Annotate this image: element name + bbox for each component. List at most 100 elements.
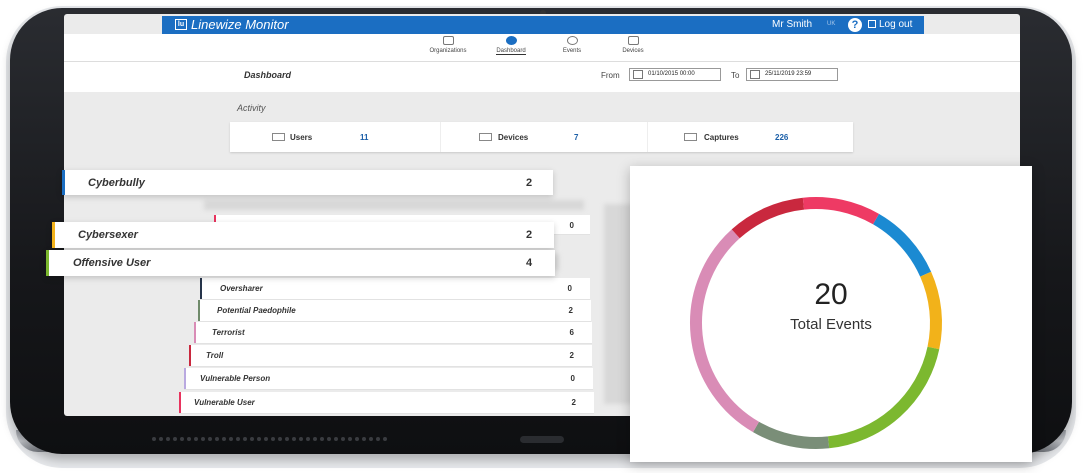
calendar-icon [750,70,760,79]
speaker-dot [285,437,289,441]
nav-label: Devices [622,48,644,54]
row-label: Cyberbully [88,177,145,189]
speaker-dot [271,437,275,441]
donut-segment-cyberbully[interactable] [872,213,932,277]
list-item-oversharer[interactable]: Oversharer 0 [200,278,590,300]
speaker-dot [152,437,156,441]
row-label: Troll [206,351,224,360]
stat-captures[interactable]: Captures 226 [647,122,853,152]
users-icon [272,133,285,141]
to-label: To [731,71,740,80]
stat-value: 226 [775,133,789,142]
category-stripe [179,392,181,413]
speaker-dot [376,437,380,441]
speaker-dot [250,437,254,441]
list-item-cybersexer[interactable]: Cybersexer 2 [52,222,554,248]
speaker-dot [313,437,317,441]
speaker-dot [236,437,240,441]
stat-devices[interactable]: Devices 7 [440,122,647,152]
total-events-label: Total Events [790,316,872,333]
donut-segment-troll[interactable] [731,197,805,239]
speaker-dot [327,437,331,441]
speaker-dot [320,437,324,441]
speaker-dot [194,437,198,441]
speaker-dot [264,437,268,441]
devices-icon [627,36,639,45]
speaker-dot [348,437,352,441]
stat-value: 11 [360,133,369,142]
list-item-vulnerable-person[interactable]: Vulnerable Person 0 [184,368,593,390]
row-count: 2 [571,398,576,407]
user-name[interactable]: Mr Smith [772,19,812,30]
to-date-input[interactable]: 25/11/2019 23:59 [746,68,838,81]
row-label: Potential Paedophile [217,306,296,315]
list-item-offensive-user[interactable]: Offensive User 4 [46,250,555,276]
logout-button[interactable]: Log out [868,19,912,30]
row-count: 2 [526,229,533,241]
search-icon [566,36,578,45]
category-stripe [52,222,55,248]
list-item-cyberbully[interactable]: Cyberbully 2 [62,170,553,195]
nav-devices[interactable]: Devices [603,36,663,54]
nav-dashboard[interactable]: Dashboard [481,36,541,55]
list-item-troll[interactable]: Troll 2 [189,345,592,367]
nav-events[interactable]: Events [542,36,602,54]
total-events-value: 20 [814,278,848,311]
category-stripe [194,322,196,343]
logout-label: Log out [879,19,913,30]
camera-icon [684,133,697,141]
nav-label: Organizations [429,48,467,54]
category-stripe [189,345,191,366]
row-label: Oversharer [220,284,263,293]
dashboard-toolbar: Dashboard From 01/10/2015 00:00 To 25/11… [64,62,1020,92]
row-count: 0 [569,221,574,230]
events-donut-card: 20 Total Events [630,166,1032,462]
stat-value: 7 [574,133,579,142]
row-label: Terrorist [212,328,245,337]
speaker-dot [208,437,212,441]
devices-icon [479,133,492,141]
nav-organizations[interactable]: Organizations [418,36,478,54]
stat-label: Devices [498,133,529,142]
row-count: 2 [526,177,533,189]
page-title: Dashboard [244,70,292,80]
category-stripe [62,170,65,195]
stat-label: Users [290,133,313,142]
stat-users[interactable]: Users 11 [230,122,440,152]
dashboard-icon [505,36,517,45]
logout-icon [868,20,876,28]
speaker-dot [173,437,177,441]
speaker-dot [355,437,359,441]
from-date-value: 01/10/2015 00:00 [648,71,695,77]
row-label: Vulnerable User [194,398,255,407]
app-logo: lu [175,19,187,30]
donut-segment-potential-paedophile[interactable] [753,421,830,449]
speaker-dot [257,437,261,441]
row-count: 2 [569,351,574,360]
speaker-dot [243,437,247,441]
donut-segment-offensive-user[interactable] [827,346,940,449]
row-label: Vulnerable Person [200,374,271,383]
category-stripe [184,368,186,389]
category-stripe [46,250,49,276]
from-label: From [601,71,620,80]
app-header: lu Linewize Monitor Mr Smith UK ? Log ou… [162,16,924,34]
locale-label[interactable]: UK [827,21,835,27]
category-stripe [198,300,200,321]
speaker-dot [229,437,233,441]
speaker-dot [201,437,205,441]
list-item-potential-paedophile[interactable]: Potential Paedophile 2 [198,300,591,322]
speaker-dot [159,437,163,441]
from-date-input[interactable]: 01/10/2015 00:00 [629,68,721,81]
list-item-terrorist[interactable]: Terrorist 6 [194,322,592,344]
stat-label: Captures [704,133,739,142]
row-count: 0 [567,284,572,293]
row-count: 0 [570,374,575,383]
row-label: Cybersexer [78,229,138,241]
speaker-dot [369,437,373,441]
donut-segment-vulnerable-user[interactable] [802,197,879,225]
help-icon[interactable]: ? [848,18,862,32]
row-count: 6 [569,328,574,337]
speaker-dot [180,437,184,441]
list-item-vulnerable-user[interactable]: Vulnerable User 2 [179,392,594,414]
